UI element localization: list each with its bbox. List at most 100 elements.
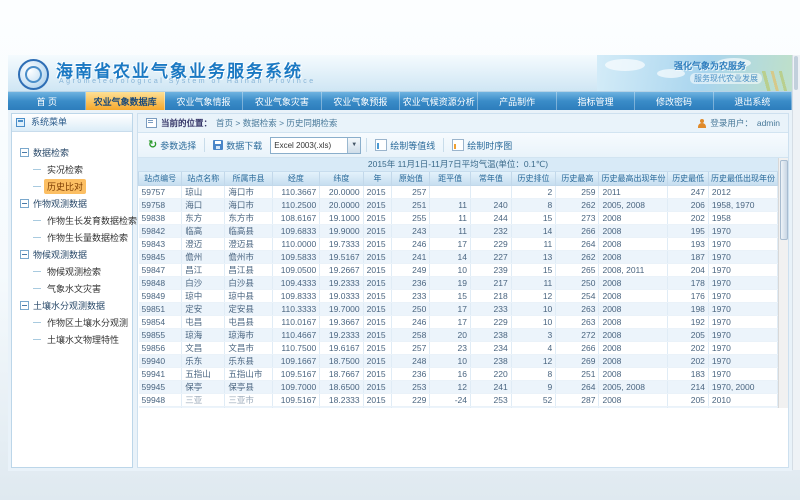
- table-cell: 236: [392, 368, 430, 381]
- nav: 首 页农业气象数据库农业气象情报农业气象灾害农业气象预报农业气候资源分析产品制作…: [8, 92, 792, 110]
- table-row: 59856文昌文昌市110.750019.6167201525723234426…: [139, 342, 778, 355]
- table-scrollbar[interactable]: [778, 158, 788, 408]
- table-header-row: 站点编号站点名称所属市县经度纬度年原始值距平值常年值历史排位历史最高历史最高出现…: [139, 172, 778, 186]
- sidebar-item-4-2[interactable]: 土壤水文物理特性: [33, 331, 130, 348]
- nav-item-2[interactable]: 农业气象数据库: [86, 92, 164, 110]
- table-scrollbar-thumb[interactable]: [780, 160, 788, 240]
- table-cell: 2015: [363, 316, 392, 329]
- table-cell: 临高县: [225, 225, 272, 238]
- collapse-icon[interactable]: [20, 250, 29, 259]
- collapse-icon[interactable]: [20, 148, 29, 157]
- nav-item-5[interactable]: 农业气象预报: [322, 92, 400, 110]
- sidebar-item-3-2[interactable]: 气象水文灾害: [33, 280, 130, 297]
- nav-item-3[interactable]: 农业气象情报: [165, 92, 243, 110]
- table-cell: 白沙县: [225, 277, 272, 290]
- table-cell: 白沙: [182, 277, 225, 290]
- table-cell: 海口市: [225, 186, 272, 199]
- table-cell: 246: [392, 316, 430, 329]
- table-cell: 2005, 2008: [599, 199, 668, 212]
- collapse-icon[interactable]: [20, 301, 29, 310]
- breadcrumb-label: 当前的位置：: [161, 117, 212, 129]
- data-download-button[interactable]: 数据下载: [210, 137, 265, 154]
- data-download-label: 数据下载: [226, 139, 262, 152]
- table-cell: 1958: [708, 212, 777, 225]
- table-cell: 10: [511, 316, 556, 329]
- sidebar-group-2[interactable]: 作物观测数据: [20, 195, 130, 212]
- breadcrumb[interactable]: 首页 > 数据检索 > 历史同期检索: [216, 117, 337, 129]
- nav-item-1[interactable]: 首 页: [8, 92, 86, 110]
- table-cell: 19.3667: [320, 316, 363, 329]
- cloud-decor: [605, 59, 645, 71]
- nav-item-6[interactable]: 农业气候资源分析: [400, 92, 478, 110]
- export-format-value: Excel 2003(.xls): [271, 141, 347, 150]
- sidebar-item-1-2[interactable]: 历史比对: [33, 178, 130, 195]
- export-format-select[interactable]: Excel 2003(.xls) ▼: [270, 137, 361, 154]
- table-cell: 文昌: [182, 342, 225, 355]
- table-cell: 206: [668, 199, 708, 212]
- sidebar-group-1[interactable]: 数据检索: [20, 144, 130, 161]
- table-cell: 定安: [182, 303, 225, 316]
- sidebar-item-3-1[interactable]: 物候观测检索: [33, 263, 130, 280]
- table-cell: 110.4667: [272, 329, 320, 342]
- table-cell: 218: [471, 290, 512, 303]
- draw-timeseries-button[interactable]: 绘制时序图: [449, 137, 515, 154]
- table-cell: 澄迈: [182, 238, 225, 251]
- page-scrollbar[interactable]: [792, 55, 800, 470]
- table-cell: 59854: [139, 316, 182, 329]
- table-cell: 18.7500: [320, 355, 363, 368]
- tree-connector-icon: [33, 220, 41, 221]
- nav-item-9[interactable]: 修改密码: [635, 92, 713, 110]
- table-col-header-10: 历史排位: [511, 172, 556, 186]
- table-cell: 2008: [599, 329, 668, 342]
- toolbar-separator: [204, 138, 205, 152]
- table-cell: 233: [392, 290, 430, 303]
- table-row: 59843澄迈澄迈县110.000019.7333201524617229112…: [139, 238, 778, 251]
- banner-slogan-1: 强化气象为农服务: [674, 59, 746, 72]
- table-row: 59848白沙白沙县109.433319.2333201523619217112…: [139, 277, 778, 290]
- table-row: 59847昌江昌江县109.050019.2667201524910239152…: [139, 264, 778, 277]
- table-cell: 183: [668, 368, 708, 381]
- chevron-down-icon: ▼: [347, 138, 360, 153]
- collapse-icon[interactable]: [20, 199, 29, 208]
- sidebar-item-1-1[interactable]: 实况检索: [33, 161, 130, 178]
- table-cell: 246: [392, 238, 430, 251]
- table-cell: 2015: [363, 381, 392, 394]
- table-cell: 255: [392, 212, 430, 225]
- table-cell: 110.3667: [272, 186, 320, 199]
- table-cell: 儋州: [182, 251, 225, 264]
- table-cell: 59843: [139, 238, 182, 251]
- table-cell: 2015: [363, 368, 392, 381]
- table-cell: 琼海市: [225, 329, 272, 342]
- sidebar-item-label: 作物区土壤水分观测: [44, 315, 131, 330]
- table-cell: 东方市: [225, 212, 272, 225]
- draw-isoline-label: 绘制等值线: [390, 139, 435, 152]
- table-cell: 1970: [708, 316, 777, 329]
- nav-item-4[interactable]: 农业气象灾害: [243, 92, 321, 110]
- page-scrollbar-thumb[interactable]: [794, 56, 798, 90]
- sidebar-group-4[interactable]: 土壤水分观测数据: [20, 297, 130, 314]
- table-cell: 23: [430, 342, 471, 355]
- table-cell: 19.5167: [320, 251, 363, 264]
- table-cell: 59941: [139, 368, 182, 381]
- table-cell: 10: [430, 264, 471, 277]
- sidebar-item-2-2[interactable]: 作物生长量数据检索: [33, 229, 130, 246]
- table-cell: 240: [471, 199, 512, 212]
- param-select-button[interactable]: ↻ 参数选择: [145, 137, 199, 154]
- draw-isoline-button[interactable]: 绘制等值线: [372, 137, 438, 154]
- nav-item-8[interactable]: 指标管理: [557, 92, 635, 110]
- nav-item-7[interactable]: 产品制作: [478, 92, 556, 110]
- table-cell: 1958, 1970: [708, 199, 777, 212]
- table-cell: 定安县: [225, 303, 272, 316]
- table-col-header-12: 历史最高出现年份: [599, 172, 668, 186]
- nav-item-10[interactable]: 退出系统: [714, 92, 792, 110]
- table-cell: 临高: [182, 225, 225, 238]
- tree-connector-icon: [33, 322, 41, 323]
- table-cell: 保亭: [182, 381, 225, 394]
- table-cell: 2008: [599, 238, 668, 251]
- sidebar-item-2-1[interactable]: 作物生长发育数据检索: [33, 212, 130, 229]
- table-cell: 19.7000: [320, 303, 363, 316]
- sidebar-group-3[interactable]: 物候观测数据: [20, 246, 130, 263]
- toolbar-separator: [366, 138, 367, 152]
- sidebar-item-4-1[interactable]: 作物区土壤水分观测: [33, 314, 130, 331]
- table-cell: 1970: [708, 225, 777, 238]
